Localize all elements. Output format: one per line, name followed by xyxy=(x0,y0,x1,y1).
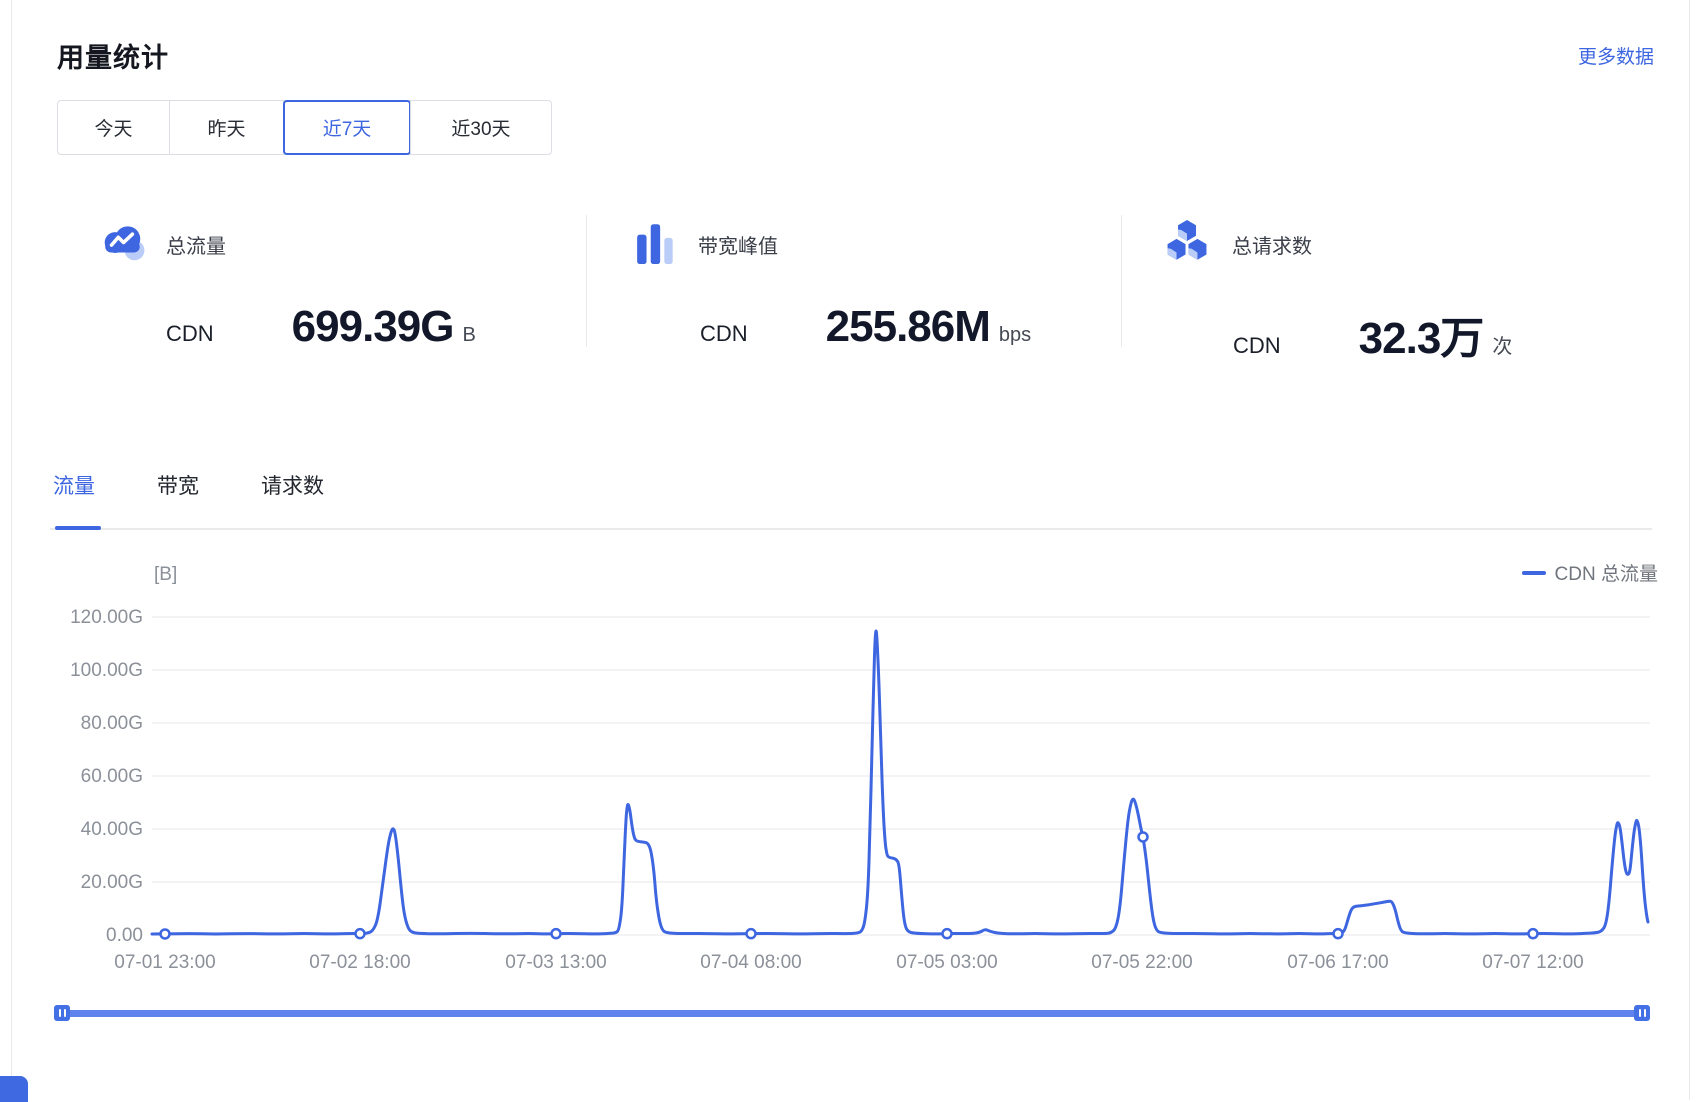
series-line xyxy=(152,631,1648,934)
x-axis-tick-label: 07-06 17:00 xyxy=(1287,952,1388,973)
data-point-marker[interactable] xyxy=(161,929,170,938)
y-axis-tick-label: 60.00G xyxy=(81,766,143,787)
y-axis-tick-label: 40.00G xyxy=(81,819,143,840)
slider-left-handle[interactable] xyxy=(54,1005,70,1021)
x-axis-tick-label: 07-02 18:00 xyxy=(309,952,410,973)
chart-range-slider[interactable] xyxy=(54,1005,1650,1022)
x-axis-tick-label: 07-04 08:00 xyxy=(700,952,801,973)
data-point-marker[interactable] xyxy=(943,929,952,938)
traffic-line-chart[interactable]: 0.00 20.00G 40.00G 60.00G 80.00G 100.00G 120.0… xyxy=(0,0,1706,1100)
y-axis-tick-label: 100.00G xyxy=(70,660,143,681)
y-axis-tick-label: 0.00 xyxy=(106,925,143,946)
data-point-marker[interactable] xyxy=(1334,929,1343,938)
data-point-marker[interactable] xyxy=(552,929,561,938)
x-axis-tick-label: 07-07 12:00 xyxy=(1482,952,1583,973)
x-axis-tick-label: 07-03 13:00 xyxy=(505,952,606,973)
x-axis-tick-label: 07-01 23:00 xyxy=(114,952,215,973)
y-axis-tick-label: 20.00G xyxy=(81,872,143,893)
slider-selected-range[interactable] xyxy=(61,1010,1643,1017)
data-point-marker[interactable] xyxy=(747,929,756,938)
data-point-marker[interactable] xyxy=(1139,832,1148,841)
y-axis-tick-label: 120.00G xyxy=(70,607,143,628)
x-axis-tick-label: 07-05 22:00 xyxy=(1091,952,1192,973)
slider-right-handle[interactable] xyxy=(1634,1005,1650,1021)
data-point-marker[interactable] xyxy=(356,929,365,938)
data-point-marker[interactable] xyxy=(1529,929,1538,938)
x-axis-tick-label: 07-05 03:00 xyxy=(896,952,997,973)
corner-widget-fragment xyxy=(0,1076,28,1102)
y-axis-tick-label: 80.00G xyxy=(81,713,143,734)
